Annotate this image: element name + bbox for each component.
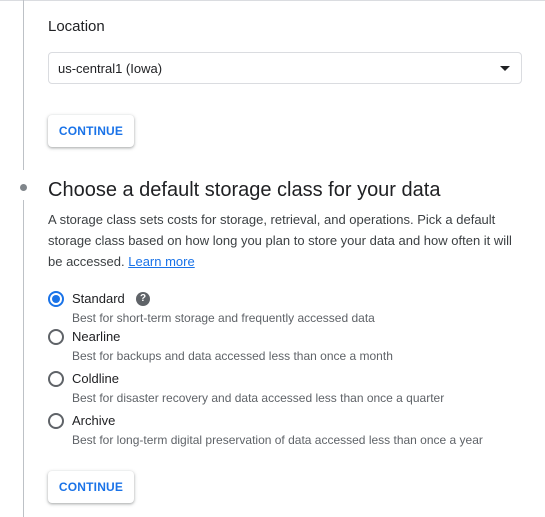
help-icon[interactable]: ? [136, 292, 150, 306]
option-description: Best for short-term storage and frequent… [72, 311, 375, 325]
section-description: A storage class sets costs for storage, … [48, 209, 518, 272]
option-description: Best for long-term digital preservation … [72, 433, 483, 447]
description-text: A storage class sets costs for storage, … [48, 212, 512, 269]
radio-standard[interactable] [48, 291, 64, 307]
location-select-value: us-central1 (Iowa) [58, 61, 163, 76]
storage-option-archive[interactable]: Archive Best for long-term digital prese… [48, 413, 528, 451]
storage-option-nearline[interactable]: Nearline Best for backups and data acces… [48, 329, 528, 367]
option-name[interactable]: Standard [72, 291, 125, 307]
section-title: Choose a default storage class for your … [48, 179, 441, 201]
storage-option-standard[interactable]: Standard ? Best for short-term storage a… [48, 291, 528, 329]
storage-option-coldline[interactable]: Coldline Best for disaster recovery and … [48, 371, 528, 409]
stepper-line [23, 200, 24, 517]
location-label: Location [48, 18, 105, 35]
option-name[interactable]: Coldline [72, 371, 119, 387]
top-divider [0, 0, 545, 1]
learn-more-link[interactable]: Learn more [128, 254, 194, 269]
continue-button[interactable]: CONTINUE [48, 115, 134, 147]
caret-down-icon [500, 66, 510, 71]
stepper-line [23, 0, 24, 170]
option-description: Best for backups and data accessed less … [72, 349, 393, 363]
continue-button[interactable]: CONTINUE [48, 471, 134, 503]
location-select[interactable]: us-central1 (Iowa) [48, 52, 522, 84]
option-name[interactable]: Archive [72, 413, 115, 429]
radio-nearline[interactable] [48, 329, 64, 345]
radio-archive[interactable] [48, 413, 64, 429]
option-description: Best for disaster recovery and data acce… [72, 391, 445, 405]
stepper-step-dot [20, 184, 27, 191]
option-name[interactable]: Nearline [72, 329, 120, 345]
radio-coldline[interactable] [48, 371, 64, 387]
